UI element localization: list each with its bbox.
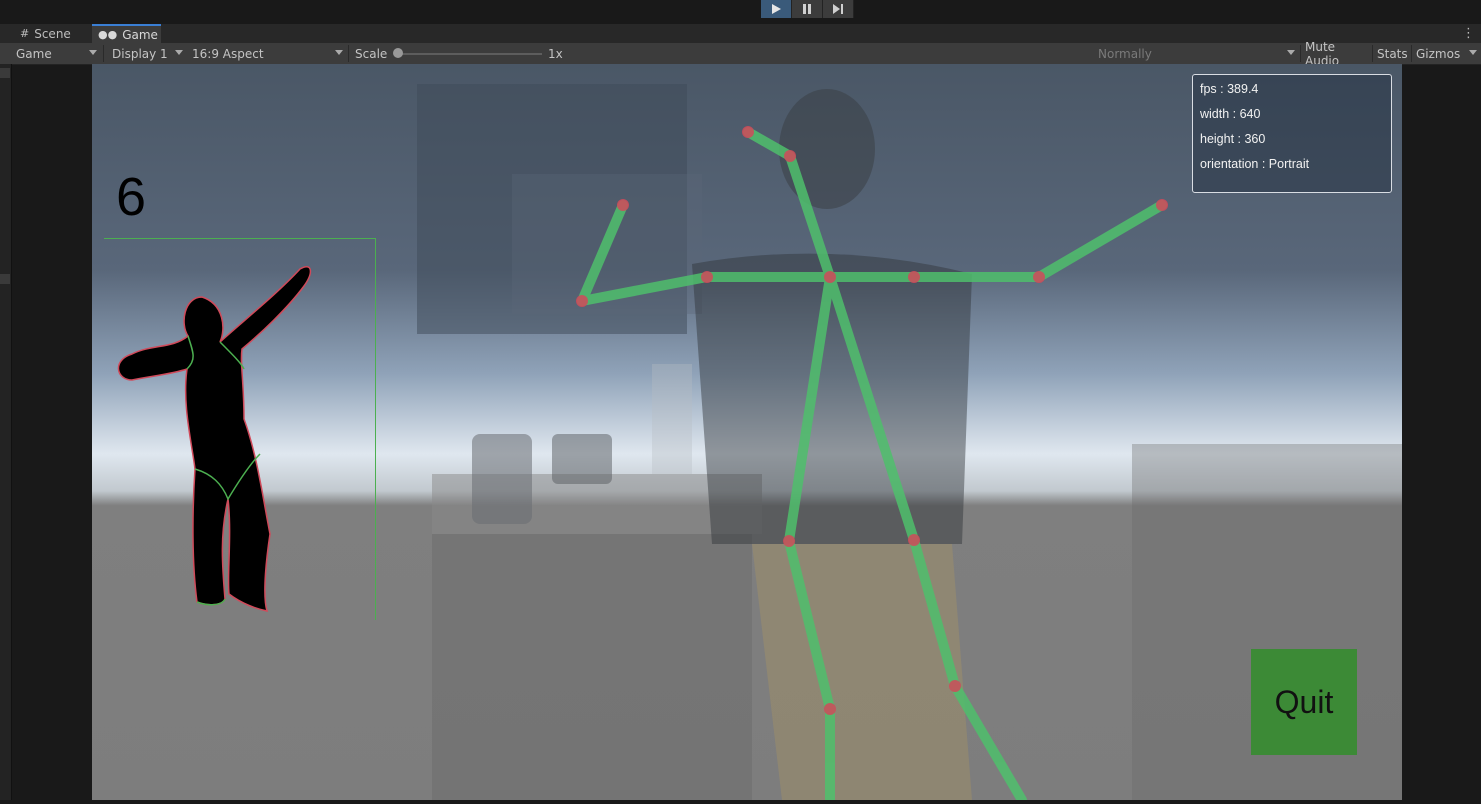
chevron-down-icon bbox=[89, 50, 97, 55]
divider bbox=[348, 45, 349, 62]
play-button[interactable] bbox=[761, 0, 792, 18]
view-mode-dropdown[interactable]: Game bbox=[12, 43, 100, 64]
playback-controls bbox=[761, 0, 854, 18]
quit-button[interactable]: Quit bbox=[1251, 649, 1357, 755]
aspect-label: 16:9 Aspect bbox=[192, 46, 264, 61]
scale-label: Scale bbox=[355, 46, 388, 61]
game-view[interactable]: 6 fps : 389.4 width : 640 height : 360 o… bbox=[92, 64, 1402, 800]
chevron-down-icon bbox=[1287, 50, 1295, 55]
bottom-border bbox=[0, 800, 1481, 804]
orientation-readout: orientation : Portrait bbox=[1200, 157, 1310, 171]
chevron-down-icon bbox=[175, 50, 183, 55]
chevron-down-icon bbox=[1469, 50, 1477, 55]
dock-handle[interactable] bbox=[0, 68, 10, 78]
view-mode-label: Game bbox=[16, 46, 52, 61]
play-icon bbox=[772, 4, 781, 14]
stats-panel: fps : 389.4 width : 640 height : 360 ori… bbox=[1192, 74, 1392, 193]
display-label: Display 1 bbox=[112, 46, 168, 61]
step-button[interactable] bbox=[823, 0, 854, 18]
pause-icon bbox=[803, 4, 811, 14]
countdown-counter: 6 bbox=[116, 167, 147, 227]
dock-handle[interactable] bbox=[0, 274, 10, 284]
left-dock-strip bbox=[0, 64, 12, 804]
aspect-dropdown[interactable]: 16:9 Aspect bbox=[188, 43, 346, 64]
tab-game-label: Game bbox=[122, 27, 158, 42]
height-readout: height : 360 bbox=[1200, 132, 1266, 146]
gizmos-label: Gizmos bbox=[1416, 46, 1461, 61]
display-dropdown[interactable]: Display 1 bbox=[108, 43, 186, 64]
width-readout: width : 640 bbox=[1200, 107, 1261, 121]
mute-audio-button[interactable]: Mute Audio bbox=[1301, 40, 1371, 68]
tab-scene[interactable]: # Scene bbox=[14, 24, 92, 43]
divider bbox=[103, 45, 104, 62]
enter-playmode-dropdown[interactable]: Normally bbox=[1094, 43, 1298, 64]
scale-value: 1x bbox=[548, 46, 563, 61]
silhouette-frame bbox=[104, 238, 376, 620]
tab-game[interactable]: ●● Game bbox=[92, 24, 161, 43]
more-options-icon[interactable]: ⋮ bbox=[1462, 24, 1475, 43]
chevron-down-icon bbox=[335, 50, 343, 55]
scale-slider-handle[interactable] bbox=[393, 48, 403, 58]
scale-slider-track[interactable] bbox=[398, 53, 542, 55]
pause-button[interactable] bbox=[792, 0, 823, 18]
game-view-toolbar: Game Display 1 16:9 Aspect Scale 1x Norm… bbox=[0, 40, 1481, 68]
tab-scene-label: Scene bbox=[34, 26, 71, 41]
gizmos-dropdown[interactable]: Gizmos bbox=[1412, 43, 1480, 64]
main-toolbar bbox=[0, 0, 1481, 20]
gamepad-icon: ●● bbox=[98, 28, 118, 41]
stats-button[interactable]: Stats bbox=[1373, 43, 1411, 64]
fps-readout: fps : 389.4 bbox=[1200, 82, 1259, 96]
enter-playmode-label: Normally bbox=[1098, 46, 1152, 61]
hash-icon: # bbox=[20, 27, 30, 40]
tab-bar: # Scene ●● Game ⋮ bbox=[0, 24, 1481, 43]
step-icon bbox=[833, 4, 843, 14]
